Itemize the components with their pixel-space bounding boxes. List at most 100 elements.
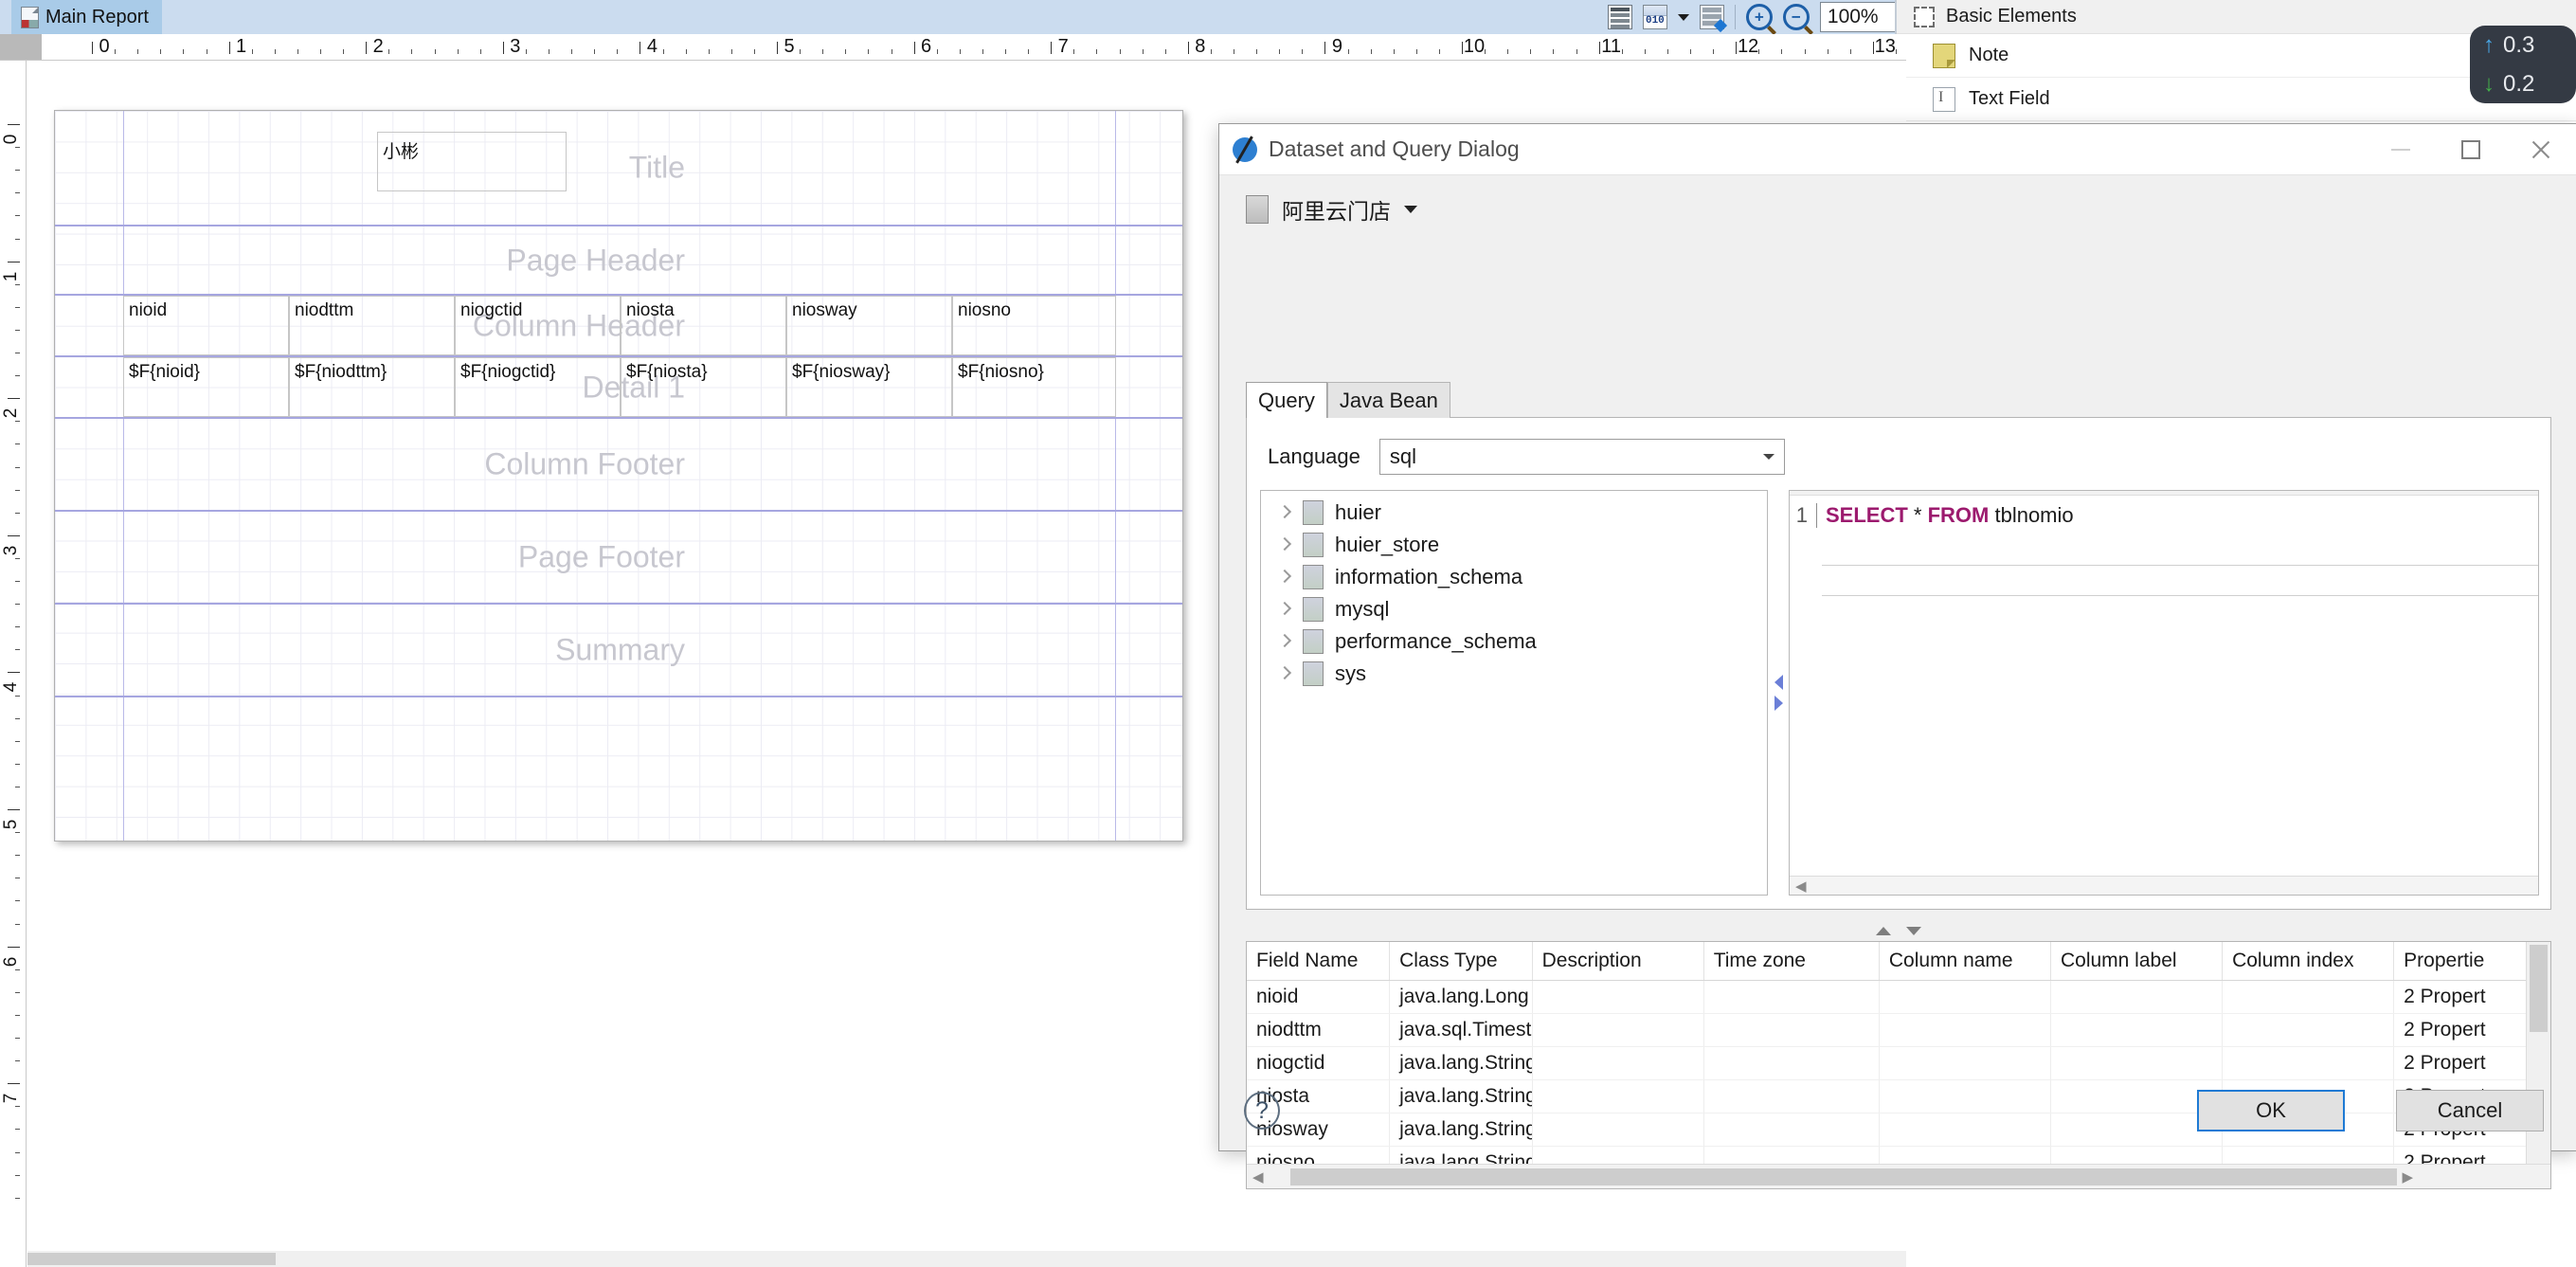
chevron-down-icon[interactable]: [1404, 206, 1417, 213]
ruler-label: 4: [1, 682, 21, 693]
scrollbar-thumb[interactable]: [2530, 945, 2548, 1032]
chevron-right-icon[interactable]: [1278, 538, 1291, 552]
binary-data-dropdown-icon[interactable]: [1677, 13, 1689, 21]
tree-item-performance-schema[interactable]: performance_schema: [1261, 625, 1767, 658]
maximize-button[interactable]: [2436, 124, 2506, 175]
ruler-tick: [434, 49, 436, 54]
band-separator: [55, 696, 1182, 697]
column-header-column-label[interactable]: Column label: [2050, 942, 2224, 981]
tab-query[interactable]: Query: [1246, 382, 1327, 418]
canvas-horizontal-scrollbar[interactable]: [27, 1251, 1906, 1267]
database-icon: [1303, 629, 1324, 654]
tree-item-huier[interactable]: huier: [1261, 497, 1767, 529]
band-detail-1[interactable]: Detail 1 $F{nioid} $F{niodttm} $F{niogct…: [55, 357, 1182, 417]
tab-main-report-label: Main Report: [45, 6, 149, 27]
close-button[interactable]: [2506, 124, 2576, 175]
minimize-button[interactable]: [2366, 124, 2436, 175]
fields-horizontal-scrollbar[interactable]: ◀ ▶: [1247, 1164, 2550, 1188]
scrollbar-thumb[interactable]: [1289, 1167, 2397, 1186]
band-column-header[interactable]: Column Header nioid niodttm niogctid nio…: [55, 296, 1182, 355]
ruler-tick: [15, 740, 20, 742]
ruler-tick: [1005, 49, 1006, 54]
ruler-tick: [982, 49, 983, 54]
ruler-label: 2: [1, 407, 21, 419]
scrollbar-thumb[interactable]: [27, 1253, 276, 1265]
ruler-tick: [15, 1151, 20, 1153]
tree-item-mysql[interactable]: mysql: [1261, 593, 1767, 625]
chevron-right-icon[interactable]: [1278, 506, 1291, 519]
column-header-column-index[interactable]: Column index: [2222, 942, 2395, 981]
horizontal-ruler[interactable]: 0 1 2 3 4 5 6 7 8 9 10 11 12 13: [0, 34, 1906, 61]
dialog-title-bar[interactable]: Dataset and Query Dialog: [1219, 124, 2576, 175]
cancel-button[interactable]: Cancel: [2396, 1090, 2544, 1131]
tree-item-information-schema[interactable]: information_schema: [1261, 561, 1767, 593]
column-header-description[interactable]: Description: [1532, 942, 1704, 981]
tree-item-sys[interactable]: sys: [1261, 658, 1767, 690]
ruler-tick: [639, 42, 641, 54]
tab-java-bean[interactable]: Java Bean: [1326, 382, 1450, 418]
sql-star: *: [1907, 503, 1928, 527]
band-summary[interactable]: Summary: [55, 605, 1182, 696]
collapse-up-icon[interactable]: [1876, 926, 1891, 935]
ruler-tick: [15, 695, 20, 697]
column-header-class-type[interactable]: Class Type: [1389, 942, 1533, 981]
table-row[interactable]: niodttm java.sql.Timest… 2 Propert: [1247, 1013, 2550, 1047]
ruler-tick: [845, 49, 847, 54]
dataset-icon[interactable]: [1699, 5, 1724, 29]
table-row[interactable]: nioid java.lang.Long 2 Propert: [1247, 980, 2550, 1014]
ruler-label: 10: [1463, 36, 1486, 57]
tab-main-report[interactable]: Main Report: [11, 0, 162, 34]
vertical-split-handle[interactable]: [1246, 923, 2551, 938]
ruler-label: 3: [1, 545, 21, 556]
zoom-level-value: 100%: [1827, 6, 1879, 27]
sql-code-area[interactable]: 1 SELECT * FROM tblnomio: [1790, 496, 2538, 528]
column-header-column-name[interactable]: Column name: [1879, 942, 2051, 981]
zoom-out-icon[interactable]: −: [1782, 4, 1810, 30]
binary-data-icon[interactable]: 010: [1642, 5, 1667, 29]
ruler-label: 13: [1874, 36, 1896, 57]
rows-icon[interactable]: [1607, 5, 1632, 29]
scroll-left-icon[interactable]: ◀: [1790, 878, 1812, 895]
sql-horizontal-scrollbar[interactable]: ◀: [1790, 876, 2538, 895]
chevron-right-icon[interactable]: [1278, 603, 1291, 616]
sql-keyword-from: FROM: [1927, 503, 1990, 527]
language-combo[interactable]: sql: [1378, 439, 1785, 475]
chevron-right-icon[interactable]: [1278, 635, 1291, 648]
upload-speed: ↑ 0.3: [2483, 26, 2576, 64]
ruler-tick: [92, 42, 93, 54]
detail-field-text: $F{niosno}: [958, 362, 1044, 382]
band-title[interactable]: Title 小彬: [55, 111, 1182, 225]
help-icon[interactable]: ?: [1244, 1092, 1280, 1130]
zoom-in-icon[interactable]: +: [1745, 4, 1773, 30]
collapse-right-icon[interactable]: [1774, 696, 1783, 711]
scroll-left-icon[interactable]: ◀: [1247, 1168, 1270, 1186]
ruler-tick: [183, 49, 185, 54]
ruler-tick: [1758, 49, 1760, 54]
ruler-tick: [15, 421, 20, 423]
band-page-header[interactable]: Page Header: [55, 226, 1182, 294]
ruler-tick: [1713, 49, 1715, 54]
collapse-left-icon[interactable]: [1774, 675, 1783, 690]
band-page-footer[interactable]: Page Footer: [55, 512, 1182, 603]
tree-item-huier-store[interactable]: huier_store: [1261, 529, 1767, 561]
cell-class-type: java.sql.Timest…: [1389, 1013, 1533, 1047]
collapse-down-icon[interactable]: [1906, 926, 1921, 935]
ok-button[interactable]: OK: [2197, 1090, 2345, 1131]
split-handle[interactable]: [1768, 490, 1789, 896]
ruler-tick: [1462, 42, 1463, 54]
chevron-right-icon[interactable]: [1278, 667, 1291, 680]
datasource-selector[interactable]: 阿里云门店: [1219, 175, 2576, 244]
ruler-tick: [753, 49, 755, 54]
ruler-label: 7: [1, 1093, 21, 1104]
column-header-time-zone[interactable]: Time zone: [1703, 942, 1880, 981]
column-header-field-name[interactable]: Field Name: [1247, 942, 1391, 981]
sql-editor[interactable]: 1 SELECT * FROM tblnomio ◀ Texts Outline: [1789, 490, 2539, 896]
ruler-tick: [15, 1060, 20, 1062]
report-page[interactable]: Title 小彬 Page Header Column Header nioid: [54, 110, 1183, 842]
editor-rule: [1822, 595, 2538, 596]
chevron-right-icon[interactable]: [1278, 570, 1291, 584]
schema-tree[interactable]: huier huier_store information_schema mys…: [1260, 490, 1768, 896]
vertical-ruler[interactable]: 0 1 2 3 4 5 6 7: [0, 61, 27, 1267]
band-column-footer[interactable]: Column Footer: [55, 419, 1182, 510]
scroll-right-icon[interactable]: ▶: [2397, 1168, 2420, 1186]
